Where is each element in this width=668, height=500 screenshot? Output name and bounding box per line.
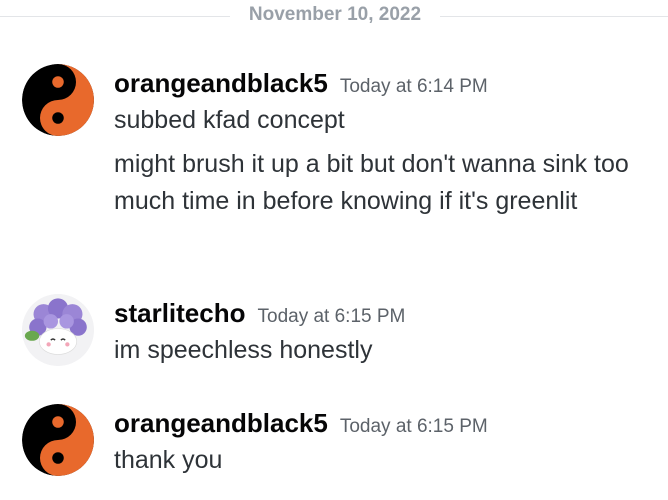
message-text: might brush it up a bit but don't wanna …: [114, 150, 629, 215]
timestamp: Today at 6:15 PM: [257, 306, 406, 327]
message-text: thank you: [114, 446, 223, 474]
divider-line-left: [0, 16, 230, 17]
date-divider: November 10, 2022: [0, 0, 668, 34]
avatar[interactable]: [22, 404, 94, 476]
avatar[interactable]: [22, 64, 94, 136]
yin-yang-orange-icon: [22, 404, 94, 476]
purple-hydrangea-creature-icon: [22, 294, 94, 366]
timestamp: Today at 6:14 PM: [339, 76, 488, 97]
username[interactable]: starlitecho: [114, 298, 246, 328]
divider-line-right: [440, 16, 668, 17]
message-text: subbed kfad concept: [114, 106, 345, 134]
username[interactable]: orangeandblack5: [114, 408, 328, 438]
avatar[interactable]: [22, 294, 94, 366]
timestamp: Today at 6:15 PM: [339, 416, 488, 437]
username[interactable]: orangeandblack5: [114, 68, 328, 98]
yin-yang-orange-icon: [22, 64, 94, 136]
message-text: im speechless honestly: [114, 336, 373, 364]
divider-date: November 10, 2022: [248, 4, 422, 25]
